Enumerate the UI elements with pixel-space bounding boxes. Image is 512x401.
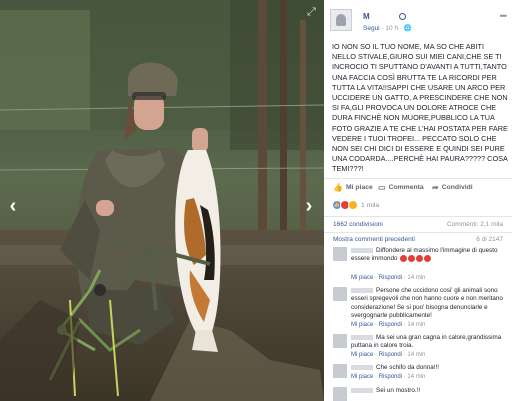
- comment-like-link[interactable]: Mi piace: [351, 275, 373, 281]
- angry-emoji-icon: [424, 255, 432, 263]
- post-actions: 👍 Mi piace ▭ Commenta ➦ Condividi: [324, 178, 512, 195]
- avatar[interactable]: [330, 9, 352, 31]
- chevron-left-icon[interactable]: ‹: [2, 195, 24, 217]
- comment-reply-link[interactable]: Rispondi: [379, 275, 402, 281]
- comment-button[interactable]: ▭ Commenta: [378, 183, 424, 192]
- comment-icon: ▭: [378, 183, 386, 192]
- angry-emoji-icon: [408, 255, 416, 263]
- expand-icon[interactable]: ⤢: [307, 6, 319, 18]
- comment-like-link[interactable]: Mi piace: [351, 352, 373, 358]
- comment-count: Commenti: 2,1 mila: [447, 221, 503, 228]
- post-meta: Segui · 10 h · 🌐: [363, 25, 412, 32]
- post-panel: M Segui · 10 h · 🌐 ••• IO NON SO IL TUO …: [324, 0, 512, 401]
- comment-text: Sei un mostro.!!: [351, 387, 508, 395]
- like-icon: 👍: [333, 183, 343, 192]
- comment-avatar[interactable]: [333, 334, 347, 348]
- like-label: Mi piace: [345, 184, 373, 191]
- comment-footer: Mi piace · Rispondi · 14 min: [351, 352, 426, 358]
- redacted-name[interactable]: [351, 334, 373, 340]
- comment-like-link[interactable]: Mi piace: [351, 374, 373, 380]
- reactions[interactable]: 👍 1 mila: [332, 200, 379, 210]
- comment-avatar[interactable]: [333, 387, 347, 401]
- angry-emoji-icon: [400, 255, 408, 263]
- comment-text: Diffondere al massimo l'immagine di ques…: [351, 247, 498, 263]
- share-count[interactable]: 1662 condivisioni: [333, 221, 383, 228]
- post-time[interactable]: 10 h: [385, 25, 398, 32]
- comment-avatar[interactable]: [333, 287, 347, 301]
- angry-emoji-icon: [416, 255, 424, 263]
- redacted-name[interactable]: [351, 387, 373, 393]
- follow-link[interactable]: Segui: [363, 25, 380, 32]
- comment-text: Persone che uccidono cosi' gli animali s…: [351, 287, 503, 320]
- comment-text: Ma sei una gran cagna in calore,grandiss…: [351, 334, 502, 350]
- comment-reply-link[interactable]: Rispondi: [379, 322, 402, 328]
- comment-footer: Mi piace · Rispondi · 14 min: [351, 275, 426, 281]
- post-stats: 1662 condivisioni Commenti: 2,1 mila: [324, 216, 512, 231]
- online-indicator: [399, 13, 406, 20]
- share-icon: ➦: [432, 183, 439, 192]
- comment-avatar[interactable]: [333, 247, 347, 261]
- show-previous-comments-link[interactable]: Mostra commenti precedenti: [333, 236, 415, 243]
- post-header: M Segui · 10 h · 🌐 •••: [330, 9, 508, 35]
- comment-label: Commenta: [388, 184, 424, 191]
- redacted-name[interactable]: [351, 247, 373, 253]
- comment-like-link[interactable]: Mi piace: [351, 322, 373, 328]
- comment-footer: Mi piace · Rispondi · 14 min: [351, 374, 426, 380]
- more-icon[interactable]: •••: [500, 11, 508, 21]
- reaction-haha-icon: [348, 200, 358, 210]
- redacted-name[interactable]: [351, 364, 373, 370]
- post-text: IO NON SO IL TUO NOME, MA SO CHE ABITI N…: [332, 42, 508, 174]
- comment-pager: 6 di 2147: [476, 236, 503, 243]
- photo-image: [0, 0, 324, 401]
- chevron-right-icon[interactable]: ›: [298, 195, 320, 217]
- comment-reply-link[interactable]: Rispondi: [379, 352, 402, 358]
- post-photo[interactable]: ⤢ ‹ ›: [0, 0, 324, 401]
- comment-footer: Mi piace · Rispondi · 14 min: [351, 322, 426, 328]
- like-button[interactable]: 👍 Mi piace: [333, 183, 373, 192]
- reaction-count: 1 mila: [361, 201, 380, 209]
- share-label: Condividi: [441, 184, 473, 191]
- author-name[interactable]: M: [363, 12, 370, 21]
- more-comments-bar: Mostra commenti precedenti 6 di 2147: [324, 232, 512, 245]
- comment-text: Che schifo da donna!!!: [351, 364, 508, 372]
- redacted-name[interactable]: [351, 287, 373, 293]
- share-button[interactable]: ➦ Condividi: [432, 183, 473, 192]
- comment-avatar[interactable]: [333, 364, 347, 378]
- comment-reply-link[interactable]: Rispondi: [379, 374, 402, 380]
